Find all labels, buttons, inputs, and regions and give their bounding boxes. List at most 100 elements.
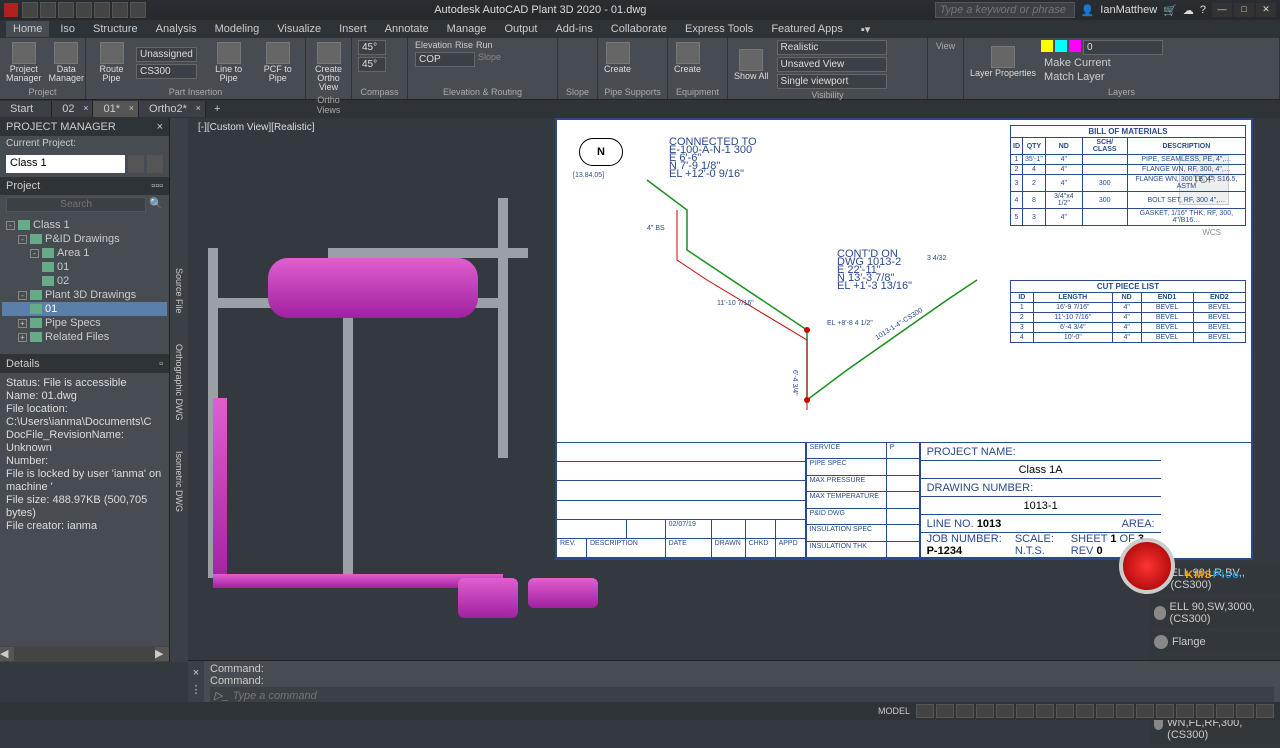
side-tab-iso[interactable]: Isometric DWG bbox=[174, 451, 184, 512]
qat-save-icon[interactable] bbox=[58, 2, 74, 18]
maximize-button[interactable]: □ bbox=[1234, 3, 1254, 17]
tab-structure[interactable]: Structure bbox=[86, 21, 145, 37]
status-lwt-icon[interactable] bbox=[1076, 704, 1094, 718]
status-clean-icon[interactable] bbox=[1236, 704, 1254, 718]
tab-manage[interactable]: Manage bbox=[440, 21, 494, 37]
make-current-label[interactable]: Make Current bbox=[1044, 57, 1111, 69]
help-search-input[interactable] bbox=[935, 2, 1075, 18]
view-combo[interactable]: Unsaved View bbox=[777, 57, 887, 72]
cart-icon[interactable]: 🛒 bbox=[1163, 4, 1177, 17]
compass-angle-1[interactable]: 45° bbox=[358, 40, 386, 55]
status-3dosnap-icon[interactable] bbox=[1016, 704, 1034, 718]
qat-undo-icon[interactable] bbox=[112, 2, 128, 18]
tree-node[interactable]: 01 bbox=[2, 302, 167, 316]
tab-annotate[interactable]: Annotate bbox=[378, 21, 436, 37]
pm-hscroll[interactable]: ◀▶ bbox=[0, 646, 169, 662]
viewcube-wcs-label[interactable]: WCS bbox=[1202, 228, 1221, 237]
tab-addins[interactable]: Add-ins bbox=[548, 21, 599, 37]
data-manager-button[interactable]: Data Manager bbox=[47, 40, 87, 85]
tree-node[interactable]: 01 bbox=[2, 260, 167, 274]
tree-node[interactable]: +Related Files bbox=[2, 330, 167, 344]
qat-new-icon[interactable] bbox=[22, 2, 38, 18]
tree-node[interactable]: 02 bbox=[2, 274, 167, 288]
new-tab-button[interactable]: + bbox=[206, 101, 228, 117]
layer-props-button[interactable]: Layer Properties bbox=[968, 44, 1038, 80]
search-icon[interactable]: 🔍 bbox=[149, 197, 163, 212]
create-support-button[interactable]: Create bbox=[602, 40, 633, 76]
status-grid-icon[interactable] bbox=[916, 704, 934, 718]
show-all-button[interactable]: Show All bbox=[732, 47, 771, 83]
side-tab-source[interactable]: Source File bbox=[174, 268, 184, 314]
compass-angle-2[interactable]: 45° bbox=[358, 57, 386, 72]
run-button[interactable]: Run bbox=[476, 40, 493, 50]
tab-output[interactable]: Output bbox=[497, 21, 544, 37]
username-label[interactable]: IanMatthew bbox=[1100, 4, 1157, 16]
viewport-combo[interactable]: Single viewport bbox=[777, 74, 887, 89]
size-combo[interactable]: CS300 bbox=[136, 64, 197, 79]
pm-button-1[interactable] bbox=[128, 155, 144, 173]
help-icon[interactable]: ? bbox=[1200, 4, 1206, 16]
spec-combo[interactable]: Unassigned bbox=[136, 47, 197, 62]
tab-visualize[interactable]: Visualize bbox=[270, 21, 328, 37]
side-tab-ortho[interactable]: Orthographic DWG bbox=[174, 344, 184, 421]
tab-collaborate[interactable]: Collaborate bbox=[604, 21, 674, 37]
close-icon[interactable]: × bbox=[83, 103, 88, 113]
create-equip-button[interactable]: Create bbox=[672, 40, 703, 76]
status-transparency-icon[interactable] bbox=[1096, 704, 1114, 718]
layer-state-icon-1[interactable] bbox=[1041, 40, 1053, 52]
doc-tab-02[interactable]: 02× bbox=[52, 101, 93, 117]
pcf-to-pipe-button[interactable]: PCF to Pipe bbox=[254, 40, 301, 85]
match-layer-label[interactable]: Match Layer bbox=[1044, 71, 1105, 83]
tab-modeling[interactable]: Modeling bbox=[208, 21, 267, 37]
status-snap-icon[interactable] bbox=[936, 704, 954, 718]
status-dyn-icon[interactable] bbox=[1056, 704, 1074, 718]
tab-iso[interactable]: Iso bbox=[53, 21, 82, 37]
status-ortho-icon[interactable] bbox=[956, 704, 974, 718]
tree-node[interactable]: -Plant 3D Drawings bbox=[2, 288, 167, 302]
tab-express[interactable]: Express Tools bbox=[678, 21, 760, 37]
close-icon[interactable]: × bbox=[129, 103, 134, 113]
pm-close-icon[interactable]: × bbox=[157, 121, 163, 133]
doc-tab-start[interactable]: Start bbox=[0, 101, 52, 117]
tab-insert[interactable]: Insert bbox=[332, 21, 374, 37]
create-ortho-button[interactable]: Create Ortho View bbox=[310, 40, 347, 94]
details-tool-icon[interactable]: ▫ bbox=[159, 358, 163, 370]
cop-combo[interactable]: COP bbox=[415, 52, 475, 67]
tab-featured[interactable]: Featured Apps bbox=[764, 21, 850, 37]
cmd-grip-icon[interactable]: ⋮ bbox=[191, 683, 202, 696]
user-icon[interactable]: 👤 bbox=[1081, 4, 1095, 17]
doc-tab-ortho2[interactable]: Ortho2*× bbox=[139, 101, 206, 117]
status-polar-icon[interactable] bbox=[976, 704, 994, 718]
palette-item[interactable]: Flange bbox=[1150, 632, 1280, 652]
cmd-close-icon[interactable]: × bbox=[193, 667, 199, 679]
layer-combo[interactable]: 0 bbox=[1083, 40, 1163, 55]
status-isolate-icon[interactable] bbox=[1196, 704, 1214, 718]
tab-analysis[interactable]: Analysis bbox=[149, 21, 204, 37]
layer-state-icon-2[interactable] bbox=[1055, 40, 1067, 52]
a360-icon[interactable]: ☁ bbox=[1183, 4, 1194, 17]
qat-saveas-icon[interactable] bbox=[76, 2, 92, 18]
status-hardware-icon[interactable] bbox=[1216, 704, 1234, 718]
model-space-button[interactable]: MODEL bbox=[874, 706, 914, 716]
pm-search-input[interactable] bbox=[6, 197, 146, 212]
qat-redo-icon[interactable] bbox=[130, 2, 146, 18]
app-icon[interactable] bbox=[4, 3, 18, 17]
status-osnap-icon[interactable] bbox=[996, 704, 1014, 718]
line-to-pipe-button[interactable]: Line to Pipe bbox=[206, 40, 252, 85]
tree-node[interactable]: -Class 1 bbox=[2, 218, 167, 232]
status-workspace-icon[interactable] bbox=[1156, 704, 1174, 718]
model-viewport[interactable]: [-][Custom View][Realistic] N [13.84.05]… bbox=[188, 118, 1280, 662]
pm-tool-icon-3[interactable]: ▫ bbox=[159, 180, 163, 192]
status-otrack-icon[interactable] bbox=[1036, 704, 1054, 718]
pm-button-2[interactable] bbox=[147, 155, 163, 173]
route-pipe-button[interactable]: Route Pipe bbox=[90, 40, 133, 85]
qat-open-icon[interactable] bbox=[40, 2, 56, 18]
status-annoscale-icon[interactable] bbox=[1136, 704, 1154, 718]
tree-node[interactable]: -P&ID Drawings bbox=[2, 232, 167, 246]
close-button[interactable]: ✕ bbox=[1256, 3, 1276, 17]
tree-node[interactable]: -Area 1 bbox=[2, 246, 167, 260]
tree-node[interactable]: +Pipe Specs bbox=[2, 316, 167, 330]
command-input[interactable] bbox=[233, 690, 1270, 702]
rise-button[interactable]: Rise bbox=[455, 40, 473, 50]
status-customize-icon[interactable] bbox=[1256, 704, 1274, 718]
